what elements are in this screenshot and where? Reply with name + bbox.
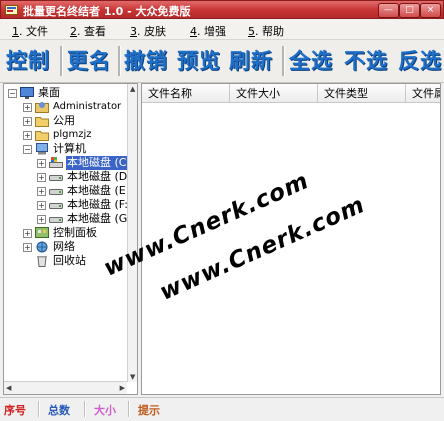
status-separator [38,401,40,417]
desktop-icon [20,87,34,99]
system-drive-icon [49,157,63,168]
status-size: 大小 [94,404,116,417]
title-bar[interactable]: 批量更名终结者 1.0 - 大众免费版 — □ × [0,0,444,19]
tree-label: 本地磁盘 (E: [67,184,130,197]
tree-label: Administrator [53,101,122,112]
tree-label: 公用 [53,114,75,127]
tree-label: 本地磁盘 (C: [66,156,132,170]
tree-label: 本地磁盘 (G: [67,212,132,225]
status-total: 总数 [48,404,70,417]
network-icon [36,241,48,253]
drive-icon [49,189,63,195]
status-bar: 序号 总数 大小 提示 [0,397,444,421]
folder-tree[interactable]: − 桌面 + Administrator + 公用 + plgmzjz − 计算… [3,83,138,395]
tree-item-drive-e[interactable]: + 本地磁盘 (E: [34,184,130,198]
minimize-button[interactable]: — [378,3,399,18]
tree-item-computer[interactable]: − 计算机 [20,142,126,156]
expand-toggle[interactable]: + [37,173,46,182]
tree-item-drive-g[interactable]: + 本地磁盘 (G: [34,212,131,226]
tree-item-desktop[interactable]: − 桌面 [6,86,126,100]
scroll-up-icon[interactable]: ▲ [130,85,135,93]
select-all-button[interactable]: 全选 [289,46,333,76]
rename-button[interactable]: 更名 [67,46,111,76]
expand-toggle[interactable]: + [23,117,32,126]
column-header-type[interactable]: 文件类型 [318,84,406,103]
close-button[interactable]: × [420,3,441,18]
control-button[interactable]: 控制 [6,46,50,76]
tree-item-recycle-bin[interactable]: 回收站 [20,254,126,268]
user-folder-icon [35,102,49,113]
status-hint: 提示 [138,404,160,417]
preview-button[interactable]: 预览 [177,46,221,76]
toolbar-separator [118,46,121,76]
column-header-attributes[interactable]: 文件属 [406,84,440,103]
tree-label: 桌面 [38,86,60,99]
collapse-toggle[interactable]: − [23,145,32,154]
select-none-button[interactable]: 不选 [344,46,388,76]
status-separator [128,401,130,417]
app-icon [5,5,18,15]
menu-skin[interactable]: 3. 皮肤 [130,23,166,39]
folder-icon [35,117,49,127]
computer-icon [36,143,48,155]
tree-label: 回收站 [53,254,86,267]
tree-item-drive-c[interactable]: + 本地磁盘 (C: [34,156,132,170]
tree-item-user[interactable]: + plgmzjz [20,128,126,142]
tree-label: 控制面板 [53,226,97,239]
tree-item-drive-f[interactable]: + 本地磁盘 (F: [34,198,128,212]
tree-label: 网络 [53,240,75,253]
drive-icon [49,203,63,209]
expand-toggle[interactable]: + [23,229,32,238]
undo-button[interactable]: 撤销 [124,46,168,76]
tree-item-public[interactable]: + 公用 [20,114,126,128]
drive-icon [49,175,63,181]
menu-help[interactable]: 5. 帮助 [248,23,284,39]
folder-icon [35,131,49,141]
toolbar-separator [60,46,63,76]
menu-bar: 1. 文件 2. 查看 3. 皮肤 4. 增强 5. 帮助 [0,20,444,40]
toolbar: 控制 更名 撤销 预览 刷新 全选 不选 反选 [0,40,444,83]
tree-item-drive-d[interactable]: + 本地磁盘 (D: [34,170,131,184]
expand-toggle[interactable]: + [37,215,46,224]
expand-toggle[interactable]: + [37,201,46,210]
tree-label: 计算机 [53,142,86,155]
expand-toggle[interactable]: + [37,159,46,168]
expand-toggle[interactable]: + [23,131,32,140]
refresh-button[interactable]: 刷新 [229,46,273,76]
menu-view[interactable]: 2. 查看 [70,23,106,39]
tree-item-network[interactable]: + 网络 [20,240,126,254]
column-header-size[interactable]: 文件大小 [230,84,318,103]
file-list[interactable]: 文件名称 文件大小 文件类型 文件属 [141,83,441,395]
tree-horizontal-scrollbar[interactable]: ◀ ▶ [4,381,127,394]
status-separator [84,401,86,417]
menu-file[interactable]: 1. 文件 [12,23,48,39]
maximize-button[interactable]: □ [399,3,420,18]
tree-label: plgmzjz [53,129,92,140]
window-title: 批量更名终结者 1.0 - 大众免费版 [23,5,191,18]
tree-label: 本地磁盘 (D: [67,170,131,183]
tree-label: 本地磁盘 (F: [67,198,128,211]
menu-enhance[interactable]: 4. 增强 [190,23,226,39]
drive-icon [49,217,63,223]
invert-selection-button[interactable]: 反选 [398,46,442,76]
scroll-right-icon[interactable]: ▶ [120,384,125,392]
tree-item-administrator[interactable]: + Administrator [20,100,126,114]
expand-toggle[interactable]: + [23,103,32,112]
collapse-toggle[interactable]: − [8,89,17,98]
recycle-bin-icon [37,256,47,267]
scroll-left-icon[interactable]: ◀ [6,384,11,392]
control-panel-icon [35,227,49,238]
expand-toggle[interactable]: + [23,243,32,252]
expand-toggle[interactable]: + [37,187,46,196]
tree-item-control-panel[interactable]: + 控制面板 [20,226,126,240]
tree-vertical-scrollbar[interactable]: ▲ ▼ [127,84,137,382]
scroll-down-icon[interactable]: ▼ [130,373,135,381]
column-header-name[interactable]: 文件名称 [142,84,230,103]
toolbar-separator [282,46,285,76]
status-index: 序号 [4,404,26,417]
